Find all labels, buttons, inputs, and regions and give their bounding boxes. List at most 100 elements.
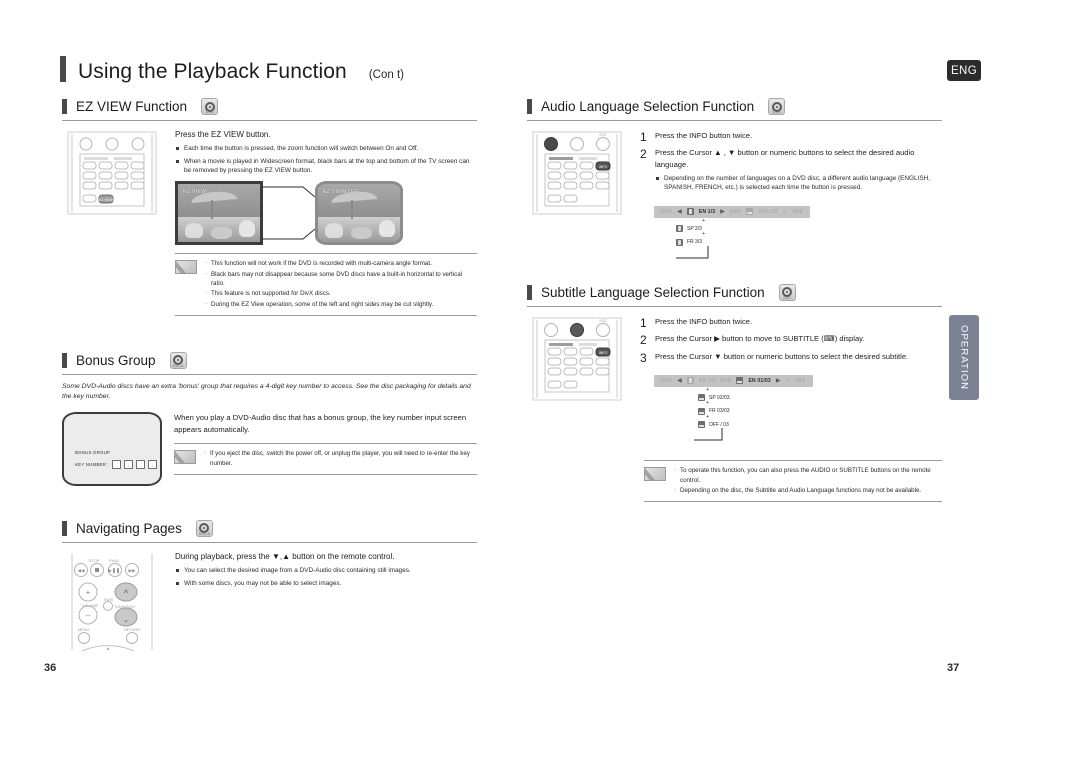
page-number-right: 37 (947, 662, 960, 674)
audio-language-bullets: Depending on the number of languages on … (655, 174, 942, 193)
disc-icon-label: DVD-A (172, 363, 184, 368)
dvd-disc-icon: DVD (778, 283, 796, 301)
svg-text:INFO: INFO (599, 351, 608, 355)
pencil-note-icon (644, 467, 666, 482)
manual-page: Using the Playback Function (Con t) ENG … (0, 0, 1080, 763)
osd-bar: DVD ◀ EN 1/3 DVD EN 01/03 ▶ ☉ OFF (654, 374, 813, 387)
pencil-note-icon (175, 260, 197, 275)
subtitle-icon (736, 377, 744, 385)
note-item: Depending on the disc, the Subtitle and … (674, 485, 938, 495)
section-body: EZ VIEW Press the EZ VIEW button. Each t… (62, 121, 477, 316)
page-number-left: 36 (44, 662, 57, 674)
tv-screen-bonus-group: BONUS GROUP KEY NUMBER : - - - - (62, 411, 162, 486)
step-number: 1 (640, 315, 647, 330)
svg-text:EXIT: EXIT (599, 133, 606, 137)
key-number-digit[interactable]: - (147, 459, 157, 469)
section-audio-language: Audio Language Selection Function DVD EX… (527, 98, 942, 262)
section-header: Audio Language Selection Function DVD (527, 98, 942, 120)
audio-icon (676, 225, 683, 233)
step-number: 1 (640, 130, 647, 144)
disc-icon-label: DVD (205, 110, 214, 114)
svg-text:◀◀: ◀◀ (78, 568, 85, 573)
navigating-pages-bullets: You can select the desired image from a … (175, 566, 477, 588)
step-number: 2 (640, 333, 647, 348)
section-header: Bonus Group DVD-A (62, 351, 477, 374)
section-rule (62, 373, 477, 375)
cascade-plus: + (706, 386, 710, 393)
cascade-item: SP 2/3 (676, 225, 942, 233)
disc-icon-label: DVD (773, 110, 781, 114)
audio-icon (686, 208, 694, 216)
note-item: During the EZ View operation, some of th… (205, 298, 473, 309)
dvd-disc-icon: DVD (201, 98, 219, 115)
bonus-group-intro: Some DVD-Audio discs have an extra 'bonu… (62, 382, 471, 401)
ez-view-screens: EZ VIEW EZ VIEW OFF (175, 181, 477, 246)
svg-text:EZ VIEW: EZ VIEW (99, 198, 114, 202)
ez-view-text: Press the EZ VIEW button. Each time the … (167, 130, 477, 316)
step-item: 1 Press the INFO button twice. (640, 316, 942, 330)
remote-label-volume: VOLUME (82, 604, 99, 608)
remote-illustration-navigation: STOP PLAY ▶❚❚ ◀◀ ▶▶ + – VOLUME MUTE TUNI… (62, 552, 167, 657)
dvd-audio-disc-icon: DVD-A (195, 519, 213, 537)
disc-icon-label: DVD-A (198, 531, 210, 536)
section-accent-bar (62, 520, 67, 536)
navigating-pages-lead: During playback, press the ▼,▲ button on… (175, 551, 395, 561)
note-item: To operate this function, you can also p… (674, 465, 938, 485)
remote-illustration-subtitle: EXIT INFO (527, 316, 632, 503)
step-item: 2 Press the Cursor ▶ button to move to S… (640, 333, 942, 347)
list-item: You can select the desired image from a … (175, 566, 477, 575)
cascade-item: FR 3/3 (676, 238, 942, 246)
chapter-tab-operation: OPERATION (949, 315, 979, 400)
osd-audio-value: EN 1/3 (698, 377, 716, 384)
remote-label-return: RETURN (124, 628, 140, 632)
bonus-group-body-text: When you play a DVD-Audio disc that has … (174, 412, 467, 434)
step-item: 1 Press the INFO button twice. (640, 130, 942, 144)
osd-right-arrow-icon: ▶ (720, 209, 725, 216)
note-list: If you eject the disc, switch the power … (204, 448, 473, 469)
osd-prefix: DVD (661, 208, 673, 215)
cascade-label: OFF / 03 (709, 421, 729, 428)
section-bonus-group: Bonus Group DVD-A Some DVD-Audio discs h… (62, 351, 477, 486)
svg-text:–: – (86, 611, 91, 620)
step-text: Press the INFO button twice. (655, 131, 753, 140)
osd-diagram-audio: DVD ◀ EN 1/3 ▶ DVD OFF/ 02 ☉ OFF + SP 2/… (654, 200, 942, 262)
svg-text:▶❚❚: ▶❚❚ (108, 568, 120, 574)
svg-text:⌄: ⌄ (123, 617, 129, 624)
key-number-digit[interactable]: - (111, 459, 121, 469)
osd-right-arrow-icon: ▶ (775, 378, 781, 385)
key-number-digit[interactable]: - (135, 459, 145, 469)
bonus-group-body: BONUS GROUP KEY NUMBER : - - - - When yo… (62, 411, 477, 486)
key-number-label: KEY NUMBER : (75, 461, 109, 467)
section-body: EXIT INFO 1 Press the INFO button twice.… (527, 307, 942, 503)
osd-audio-value: EN 1/3 (698, 208, 716, 215)
list-item: With some discs, you may not be able to … (175, 579, 477, 588)
section-body: EXIT INFO 1 Press the INFO button twice.… (527, 121, 942, 262)
bonus-group-text: When you play a DVD-Audio disc that has … (174, 412, 477, 476)
cascade-plus: + (706, 413, 710, 420)
subtitle-icon (698, 407, 705, 415)
section-accent-bar (527, 284, 532, 300)
key-number-digit[interactable]: - (123, 459, 133, 469)
step-item: 3 Press the Cursor ▼ button or numeric b… (640, 351, 942, 365)
ez-view-lead: Press the EZ VIEW button. (175, 130, 271, 139)
remote-svg: EXIT INFO (532, 317, 622, 401)
subtitle-language-steps: 1 Press the INFO button twice. 2 Press t… (640, 316, 942, 365)
note-box-bonus-group: If you eject the disc, switch the power … (174, 443, 477, 476)
osd-cascade-audio: + SP 2/3 + FR 3/3 (676, 218, 942, 262)
section-title: Audio Language Selection Function (541, 99, 755, 114)
remote-illustration-ez-view: EZ VIEW (62, 130, 167, 316)
section-header: EZ VIEW Function DVD (62, 98, 477, 120)
cascade-label: SP 02/03 (709, 394, 730, 401)
osd-left-arrow-icon: ◀ (677, 209, 682, 216)
key-number-row: KEY NUMBER : - - - - (75, 459, 157, 469)
section-navigating-pages: Navigating Pages DVD-A STOP PLAY ▶❚❚ ◀◀ … (62, 519, 477, 657)
step-text: Press the Cursor ▲ , ▼ button or numeric… (655, 148, 915, 169)
section-title: Navigating Pages (76, 520, 182, 536)
remote-label-menu: MENU (78, 628, 89, 632)
section-title: EZ VIEW Function (76, 99, 188, 114)
svg-text:▶▶: ▶▶ (129, 568, 136, 573)
note-item: This feature is not supported for DivX d… (205, 288, 473, 298)
cascade-item: FR 03/03 (698, 407, 942, 415)
section-body: STOP PLAY ▶❚❚ ◀◀ ▶▶ + – VOLUME MUTE TUNI… (62, 543, 477, 657)
section-header: Subtitle Language Selection Function DVD (527, 283, 942, 306)
